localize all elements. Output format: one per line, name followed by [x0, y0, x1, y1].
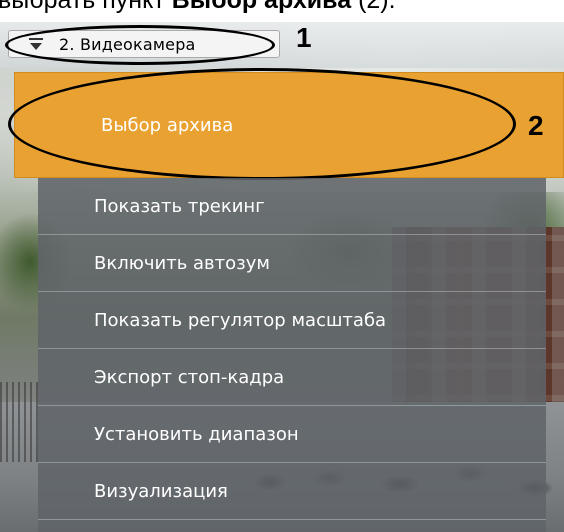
- menu-item-visualization[interactable]: Визуализация: [38, 463, 546, 520]
- callout-number-2: 2: [528, 110, 544, 141]
- menu-item-show-tracking[interactable]: Показать трекинг: [38, 178, 546, 235]
- instruction-text: выбрать пункт Выбор архива (2).: [0, 0, 396, 15]
- scene-fence: [0, 382, 40, 462]
- menu-item-label: Экспорт стоп-кадра: [94, 366, 285, 388]
- menu-item-show-zoom-control[interactable]: Показать регулятор масштаба: [38, 292, 546, 349]
- menu-item-label: Визуализация: [94, 480, 228, 502]
- menu-item-label: Выбор архива: [101, 114, 234, 136]
- menu-item-set-range[interactable]: Установить диапазон: [38, 406, 546, 463]
- menu-item-export-frame[interactable]: Экспорт стоп-кадра: [38, 349, 546, 406]
- camera-name: 2. Видеокамера: [59, 34, 196, 54]
- menu-item-select-archive[interactable]: Выбор архива: [14, 72, 564, 178]
- callout-number-1: 1: [296, 22, 312, 53]
- menu-dropdown-icon: [27, 34, 47, 54]
- menu-item-label: Показать трекинг: [94, 195, 265, 217]
- instruction-bold: Выбор архива: [171, 0, 352, 14]
- menu-item-label: Включить автозум: [94, 252, 270, 274]
- camera-menu-button[interactable]: 2. Видеокамера: [8, 30, 280, 58]
- instruction-suffix: (2).: [351, 0, 396, 14]
- camera-context-menu: Показать трекинг Включить автозум Показа…: [38, 178, 546, 532]
- instruction-prefix: выбрать пункт: [0, 0, 172, 14]
- menu-item-label: Установить диапазон: [94, 423, 299, 445]
- menu-item-label: Показать регулятор масштаба: [94, 309, 387, 331]
- menu-item-enable-autozoom[interactable]: Включить автозум: [38, 235, 546, 292]
